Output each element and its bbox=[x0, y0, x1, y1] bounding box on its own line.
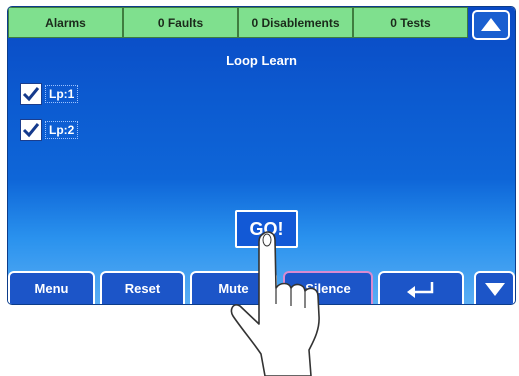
return-arrow-icon bbox=[407, 281, 434, 298]
tests-tab[interactable]: 0 Tests bbox=[353, 7, 468, 38]
scroll-up-button[interactable] bbox=[472, 10, 510, 40]
back-button[interactable] bbox=[378, 271, 464, 304]
disablements-tab[interactable]: 0 Disablements bbox=[238, 7, 353, 38]
loop-item-2[interactable]: Lp:2 bbox=[20, 119, 79, 141]
page-title: Loop Learn bbox=[226, 53, 297, 68]
pointing-hand-icon bbox=[230, 231, 320, 376]
menu-button[interactable]: Menu bbox=[8, 271, 95, 304]
faults-tab[interactable]: 0 Faults bbox=[123, 7, 238, 38]
loop-2-checkbox[interactable] bbox=[20, 119, 42, 141]
checkmark-icon bbox=[22, 87, 40, 102]
loop-1-label: Lp:1 bbox=[45, 85, 79, 103]
loop-item-1[interactable]: Lp:1 bbox=[20, 83, 79, 105]
checkmark-icon bbox=[22, 123, 40, 138]
reset-button[interactable]: Reset bbox=[100, 271, 185, 304]
up-arrow-icon bbox=[481, 18, 501, 31]
loop-2-label: Lp:2 bbox=[45, 121, 79, 139]
alarms-tab[interactable]: Alarms bbox=[8, 7, 123, 38]
loop-1-checkbox[interactable] bbox=[20, 83, 42, 105]
scroll-down-button[interactable] bbox=[474, 271, 515, 304]
down-arrow-icon bbox=[484, 282, 505, 296]
status-bar: Alarms 0 Faults 0 Disablements 0 Tests bbox=[8, 7, 468, 38]
